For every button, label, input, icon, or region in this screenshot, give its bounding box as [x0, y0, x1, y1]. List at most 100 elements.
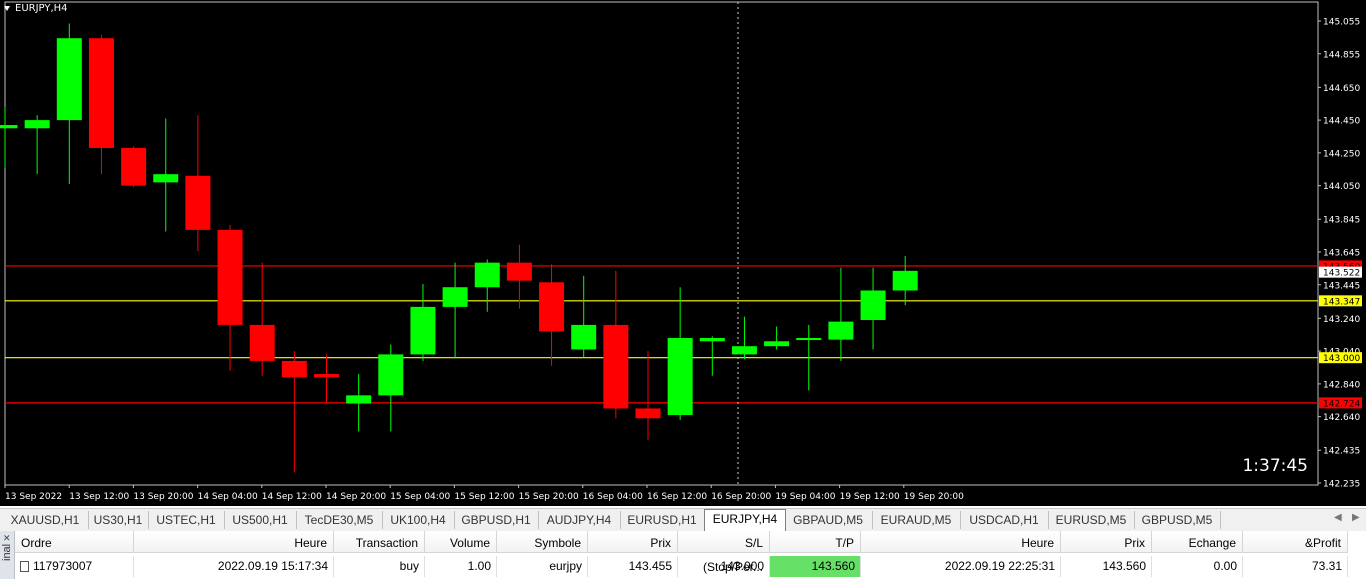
terminal-side-strip[interactable]: ✕ inal: [0, 531, 15, 579]
cell-value: 2022.09.19 15:17:34: [217, 559, 328, 573]
cell-t-p-prendre: 143.560: [770, 556, 861, 577]
column-header-t-p-prendre[interactable]: T/P (Prendre...: [770, 531, 861, 574]
candle-bear: [217, 229, 243, 325]
candle-bull: [0, 125, 18, 129]
candle-bear: [185, 175, 211, 230]
chart-tabs-bar: XAUUSD,H1 US30,H1 USTEC,H1 US500,H1 TecDE30,…: [0, 508, 1366, 531]
price-label-entry: 143.347: [1323, 297, 1360, 307]
dropdown-triangle-icon[interactable]: [4, 5, 10, 11]
cell-value: 143.455: [628, 559, 672, 573]
tab-xauusd-h1[interactable]: XAUUSD,H1: [2, 511, 89, 529]
tab-us30-h1[interactable]: US30,H1: [88, 511, 149, 529]
x-axis-tick-label: 13 Sep 20:00: [133, 492, 193, 502]
column-header-prix[interactable]: Prix: [1061, 531, 1152, 553]
candle-bear: [121, 147, 147, 186]
candle-bull: [24, 120, 50, 129]
tab-uk100-h4[interactable]: UK100,H4: [382, 511, 455, 529]
tab-eurjpy-h4[interactable]: EURJPY,H4: [704, 509, 786, 531]
candle-bull: [828, 321, 854, 340]
terminal-side-label: inal: [1, 543, 13, 561]
x-axis-tick-label: 19 Sep 20:00: [904, 492, 964, 502]
tab-ustec-h1[interactable]: USTEC,H1: [148, 511, 225, 529]
tab-usdcad-h1[interactable]: USDCAD,H1: [960, 511, 1049, 529]
cell-value: 73.31: [1311, 559, 1342, 573]
x-axis-tick-label: 15 Sep 04:00: [390, 492, 450, 502]
candle-bull: [796, 338, 822, 341]
cell-value: 143.560: [811, 559, 855, 573]
y-axis-tick-label: 144.855: [1323, 50, 1360, 60]
tab-euraud-m5[interactable]: EURAUD,M5: [872, 511, 961, 529]
column-header-transaction[interactable]: Transaction: [334, 531, 425, 553]
tab-audjpy-h4[interactable]: AUDJPY,H4: [538, 511, 621, 529]
cell-heure: 2022.09.19 22:25:31: [861, 556, 1061, 577]
x-axis-tick-label: 16 Sep 12:00: [647, 492, 707, 502]
scroll-right-icon[interactable]: ▶: [1352, 512, 1360, 523]
cell-prix: 143.560: [1061, 556, 1152, 577]
tab-eurusd-m5[interactable]: EURUSD,M5: [1048, 511, 1135, 529]
candle-bear: [635, 408, 661, 419]
cell-volume: 1.00: [425, 556, 497, 577]
tab-gbpusd-h1[interactable]: GBPUSD,H1: [454, 511, 539, 529]
scroll-left-icon[interactable]: ◀: [1334, 512, 1342, 523]
x-axis-tick-label: 16 Sep 20:00: [711, 492, 771, 502]
y-axis-tick-label: 144.250: [1323, 149, 1360, 159]
candle-bear: [249, 324, 275, 361]
price-label-level: 142.724: [1323, 399, 1360, 409]
tab-us500-h1[interactable]: US500,H1: [224, 511, 297, 529]
column-header-volume[interactable]: Volume: [425, 531, 497, 553]
candle-bull: [474, 262, 500, 288]
price-label-sl: 143.000: [1323, 354, 1360, 364]
tab-tecde30-m5[interactable]: TecDE30,M5: [296, 511, 383, 529]
y-axis-tick-label: 142.840: [1323, 380, 1360, 390]
candlestick-plot[interactable]: 145.055 144.855 144.650 144.450 144.250 144.0…: [0, 0, 1366, 506]
chart-symbol-label[interactable]: EURJPY,H4: [4, 3, 68, 14]
chart-symbol-text: EURJPY,H4: [15, 3, 68, 14]
column-header-profit[interactable]: &Profit: [1243, 531, 1348, 553]
candle-bull: [56, 38, 82, 121]
tab-eurusd-h1[interactable]: EURUSD,H1: [620, 511, 705, 529]
x-axis-tick-label: 14 Sep 12:00: [262, 492, 322, 502]
price-label-current: 143.522: [1323, 269, 1360, 279]
cell-echange: 0.00: [1152, 556, 1243, 577]
y-axis-tick-label: 142.435: [1323, 447, 1360, 457]
bar-countdown: 1:37:45: [1242, 456, 1308, 476]
cell-s-l-stop-per: 143.000: [678, 556, 770, 577]
candle-bull: [667, 338, 693, 416]
candle-bear: [603, 324, 629, 409]
candle-bull: [571, 324, 597, 350]
column-header-symbole[interactable]: Symbole: [497, 531, 588, 553]
candle-bull: [699, 338, 725, 342]
candle-bull: [892, 270, 918, 291]
plot-frame: [4, 1, 1319, 486]
cell-value: 2022.09.19 22:25:31: [944, 559, 1055, 573]
y-axis-tick-label: 142.235: [1323, 480, 1360, 490]
candle-bull: [731, 346, 757, 355]
price-chart[interactable]: 145.055 144.855 144.650 144.450 144.250 144.0…: [0, 0, 1366, 506]
x-axis-tick-label: 16 Sep 04:00: [583, 492, 643, 502]
column-header-heure[interactable]: Heure: [861, 531, 1061, 553]
tab-gbpusd-m5[interactable]: GBPUSD,M5: [1134, 511, 1221, 529]
cell-value: 143.000: [720, 559, 764, 573]
column-header-echange[interactable]: Echange: [1152, 531, 1243, 553]
column-header-ordre[interactable]: Ordre: [15, 531, 134, 553]
cell-heure: 2022.09.19 15:17:34: [134, 556, 334, 577]
column-header-prix[interactable]: Prix: [588, 531, 678, 553]
cell-prix: 143.455: [588, 556, 678, 577]
column-header-s-l-stop-per[interactable]: S/L (Stop/Per...: [678, 531, 770, 574]
tab-gbpaud-m5[interactable]: GBPAUD,M5: [784, 511, 873, 529]
candle-bear: [281, 360, 307, 378]
cell-symbole: eurjpy: [497, 556, 588, 577]
candle-bull: [346, 395, 372, 404]
column-header-heure[interactable]: Heure: [134, 531, 334, 553]
candle-bear: [506, 262, 532, 281]
x-axis-tick-label: 15 Sep 20:00: [519, 492, 579, 502]
cell-ordre: 117973007: [15, 556, 134, 577]
x-axis-tick-label: 14 Sep 04:00: [198, 492, 258, 502]
candle-bull: [378, 354, 404, 396]
candle-bull: [442, 287, 468, 307]
candle-bull: [153, 174, 179, 183]
y-axis-tick-label: 144.050: [1323, 182, 1360, 192]
close-icon[interactable]: ✕: [3, 533, 11, 544]
x-axis-tick-label: 19 Sep 04:00: [775, 492, 835, 502]
cell-value: 0.00: [1213, 559, 1237, 573]
